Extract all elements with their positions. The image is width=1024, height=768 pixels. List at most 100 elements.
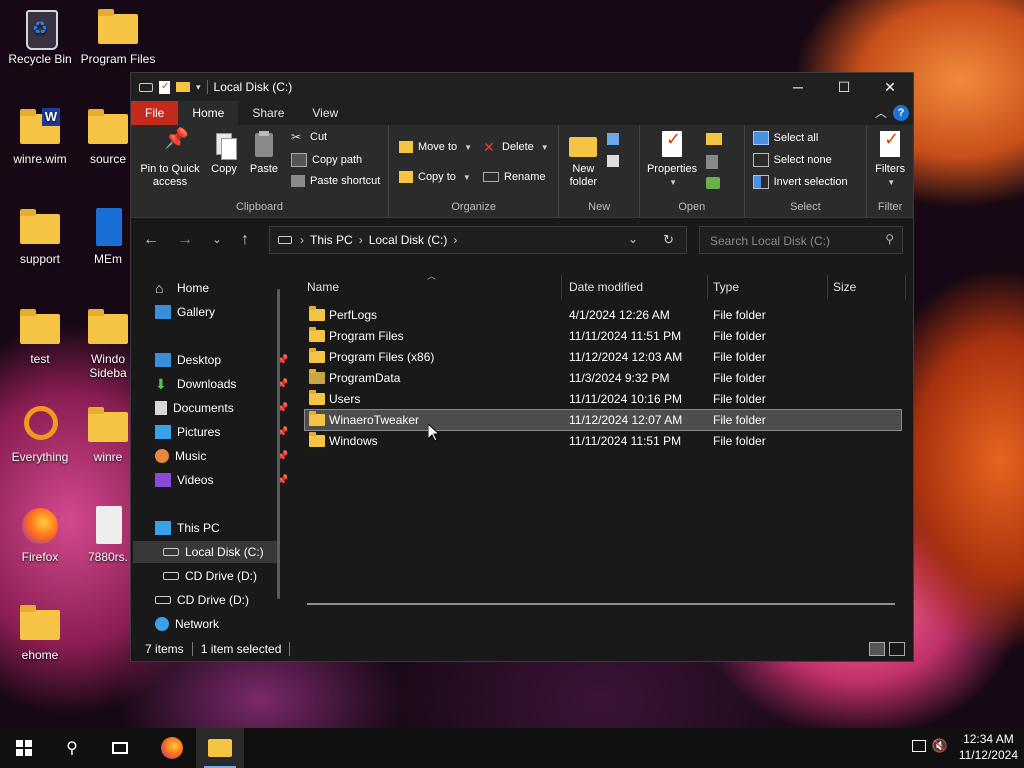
desktop-icon-everything[interactable]: Everything <box>0 406 80 464</box>
nav-item-label: Videos <box>177 473 214 487</box>
title-bar[interactable]: ✓ ▾ Local Disk (C:) ─ ☐ ✕ <box>131 73 913 101</box>
nav-item-downloads[interactable]: ⬇ Downloads 📌 <box>155 373 303 395</box>
edit-icon[interactable] <box>706 155 719 169</box>
new-folder-quick-icon[interactable] <box>176 82 190 92</box>
network-tray-icon[interactable] <box>912 740 926 752</box>
open-icon[interactable] <box>706 133 723 145</box>
new-item-icon[interactable] <box>607 133 620 145</box>
desktop-icon-7880rs[interactable]: 7880rs. <box>78 506 138 564</box>
taskbar-firefox[interactable] <box>148 728 196 768</box>
desktop-icon-support[interactable]: support <box>0 208 80 266</box>
file-row[interactable]: Program Files 11/11/2024 11:51 PM File f… <box>305 326 901 346</box>
select-all-button[interactable]: Select all <box>752 131 818 145</box>
up-button[interactable]: ↑ <box>235 230 255 250</box>
file-row-selected[interactable]: WinaeroTweaker 11/12/2024 12:07 AM File … <box>304 409 902 431</box>
details-view-button[interactable] <box>869 642 885 656</box>
search-box[interactable]: Search Local Disk (C:) ⚲ <box>699 226 903 254</box>
desktop-icon-label: Everything <box>11 450 69 464</box>
file-row[interactable]: PerfLogs 4/1/2024 12:26 AM File folder <box>305 305 901 325</box>
tab-home[interactable]: Home <box>178 101 239 125</box>
column-header-date[interactable]: Date modified <box>569 275 643 299</box>
nav-item-music[interactable]: Music 📌 <box>155 445 303 467</box>
file-row[interactable]: Windows 11/11/2024 11:51 PM File folder <box>305 431 901 451</box>
file-row[interactable]: Program Files (x86) 11/12/2024 12:03 AM … <box>305 347 901 367</box>
desktop-icon-ehome[interactable]: ehome <box>0 604 80 662</box>
tab-view[interactable]: View <box>298 101 352 125</box>
taskbar-file-explorer[interactable] <box>196 728 244 768</box>
nav-item-pictures[interactable]: Pictures 📌 <box>155 421 303 443</box>
maximize-button[interactable]: ☐ <box>821 73 867 101</box>
desktop-icon-winre[interactable]: winre <box>78 406 138 464</box>
search-button[interactable]: ⚲ <box>48 728 96 768</box>
nav-item-videos[interactable]: Videos 📌 <box>155 469 303 491</box>
rename-button[interactable]: Rename <box>483 171 546 183</box>
copy-path-button[interactable]: Copy path <box>291 153 362 167</box>
task-view-button[interactable] <box>96 728 144 768</box>
breadcrumb-local-disk[interactable]: Local Disk (C:) <box>369 233 448 247</box>
column-divider[interactable] <box>707 275 708 299</box>
customize-quick-access-icon[interactable]: ▾ <box>196 82 201 93</box>
nav-item-home[interactable]: ⌂ Home <box>155 277 303 299</box>
collapse-ribbon-icon[interactable]: ︿ <box>875 104 887 121</box>
nav-item-local-disk[interactable]: Local Disk (C:) <box>133 541 279 563</box>
column-header-size[interactable]: Size <box>833 275 856 299</box>
start-button[interactable] <box>0 728 48 768</box>
file-row[interactable]: ProgramData 11/3/2024 9:32 PM File folde… <box>305 368 901 388</box>
file-type: File folder <box>713 434 766 448</box>
clock[interactable]: 12:34 AM 11/12/2024 <box>959 731 1018 763</box>
easy-access-icon[interactable] <box>607 155 620 167</box>
desktop-icon-recycle-bin[interactable]: Recycle Bin <box>0 8 80 66</box>
minimize-button[interactable]: ─ <box>775 73 821 101</box>
invert-selection-button[interactable]: Invert selection <box>752 175 848 189</box>
new-folder-button[interactable]: New folder <box>563 131 603 189</box>
nav-item-desktop[interactable]: Desktop 📌 <box>155 349 303 371</box>
filters-button[interactable]: ✓ Filters ▼ <box>867 130 913 189</box>
nav-item-network[interactable]: Network <box>155 613 303 635</box>
nav-item-documents[interactable]: Documents 📌 <box>155 397 303 419</box>
pin-to-quick-access-button[interactable]: 📌 Pin to Quick access <box>135 129 205 189</box>
copy-to-button[interactable]: Copy to ▼ <box>399 171 471 183</box>
forward-button[interactable]: → <box>175 230 195 250</box>
nav-item-gallery[interactable]: Gallery <box>155 301 303 323</box>
volume-muted-icon[interactable]: 🔇 <box>932 738 948 754</box>
desktop-icon-source[interactable]: source <box>78 108 138 166</box>
horizontal-scrollbar[interactable] <box>307 603 895 605</box>
select-none-button[interactable]: Select none <box>752 153 832 167</box>
refresh-icon[interactable]: ↻ <box>663 232 674 248</box>
nav-item-this-pc[interactable]: This PC <box>155 517 303 539</box>
address-bar[interactable]: › This PC › Local Disk (C:) › ⌄ ↻ <box>269 226 687 254</box>
file-row[interactable]: Users 11/11/2024 10:16 PM File folder <box>305 389 901 409</box>
column-header-type[interactable]: Type <box>713 275 739 299</box>
history-icon[interactable] <box>706 177 721 189</box>
desktop-icon-winre-wim[interactable]: W winre.wim <box>0 108 80 166</box>
delete-button[interactable]: ✕ Delete ▼ <box>483 140 549 154</box>
address-dropdown-icon[interactable]: ⌄ <box>628 232 638 246</box>
desktop-icon-mem[interactable]: MEm <box>78 208 138 266</box>
move-to-button[interactable]: Move to ▼ <box>399 141 472 153</box>
desktop-icon-program-files[interactable]: Program Files <box>78 8 158 66</box>
properties-button[interactable]: ✓ Properties ▼ <box>644 130 700 189</box>
paste-button[interactable]: Paste <box>245 131 283 176</box>
large-icons-view-button[interactable] <box>889 642 905 656</box>
column-divider[interactable] <box>561 275 562 299</box>
properties-quick-icon[interactable]: ✓ <box>159 80 170 94</box>
back-button[interactable]: ← <box>141 230 161 250</box>
breadcrumb-this-pc[interactable]: This PC <box>310 233 353 247</box>
column-divider[interactable] <box>905 275 906 299</box>
tab-file[interactable]: File <box>131 101 179 125</box>
copy-button[interactable]: Copy <box>207 131 241 176</box>
tab-share[interactable]: Share <box>238 101 298 125</box>
desktop-icon-test[interactable]: test <box>0 308 80 366</box>
close-button[interactable]: ✕ <box>867 73 913 101</box>
desktop-icon-windows-sidebar[interactable]: Windo Sideba <box>78 308 138 380</box>
cut-button[interactable]: ✂ Cut <box>291 131 327 143</box>
paste-shortcut-button[interactable]: Paste shortcut <box>291 175 380 187</box>
nav-pane-scrollbar[interactable] <box>277 289 280 599</box>
desktop-icon-firefox[interactable]: Firefox <box>0 506 80 564</box>
help-icon[interactable]: ? <box>893 105 909 121</box>
column-divider[interactable] <box>827 275 828 299</box>
recent-locations-button[interactable]: ⌄ <box>207 230 227 250</box>
nav-item-cd-drive-2[interactable]: CD Drive (D:) <box>155 589 303 611</box>
column-header-name[interactable]: Name <box>307 275 339 299</box>
search-input[interactable]: Search Local Disk (C:) <box>710 234 830 248</box>
